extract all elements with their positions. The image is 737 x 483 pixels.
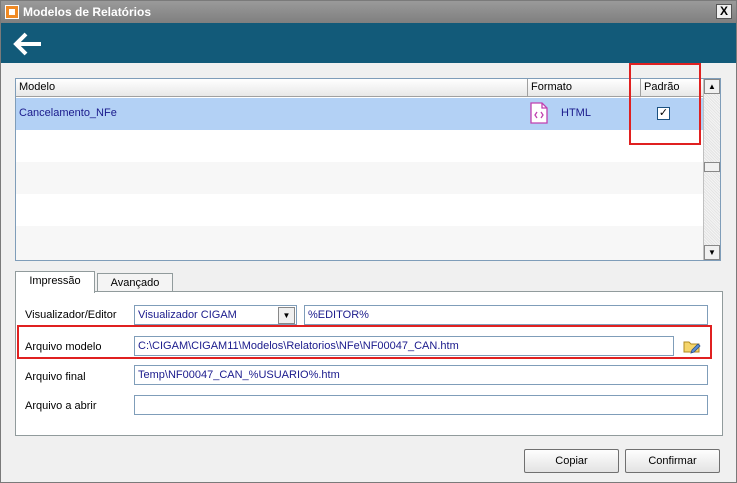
html-file-icon — [530, 102, 548, 124]
window-title: Modelos de Relatórios — [23, 5, 152, 19]
close-button[interactable]: X — [716, 4, 732, 19]
tab-impressao[interactable]: Impressão — [15, 271, 95, 293]
column-header-modelo[interactable]: Modelo — [16, 79, 528, 97]
arrow-left-icon[interactable] — [13, 32, 43, 56]
table-row — [16, 194, 704, 226]
highlight-padrao — [629, 63, 701, 145]
copiar-button[interactable]: Copiar — [524, 449, 619, 473]
report-models-window: Modelos de Relatórios X Modelo Formato P… — [0, 0, 737, 483]
confirmar-button[interactable]: Confirmar — [625, 449, 720, 473]
table-row — [16, 130, 704, 162]
table-row — [16, 162, 704, 194]
scroll-up-button[interactable]: ▲ — [704, 79, 720, 94]
arquivo-abrir-label: Arquivo a abrir — [25, 400, 97, 412]
toolbar — [1, 23, 736, 63]
arquivo-final-field[interactable]: Temp\NF00047_CAN_%USUARIO%.htm — [134, 365, 708, 385]
impressao-panel: Visualizador/Editor Visualizador CIGAM ▼… — [15, 291, 723, 436]
grid-scrollbar[interactable]: ▲ ▼ — [703, 79, 720, 260]
cell-formato: HTML — [561, 107, 591, 119]
editor-field[interactable]: %EDITOR% — [304, 305, 708, 325]
highlight-arquivo-modelo — [17, 325, 712, 359]
grid-header: Modelo Formato Padrão — [16, 79, 704, 97]
app-icon — [5, 5, 19, 19]
arquivo-abrir-field[interactable] — [134, 395, 708, 415]
cell-modelo: Cancelamento_NFe — [19, 107, 117, 119]
chevron-down-icon[interactable]: ▼ — [278, 307, 295, 324]
tab-avancado[interactable]: Avançado — [97, 273, 173, 293]
scroll-down-button[interactable]: ▼ — [704, 245, 720, 260]
title-bar: Modelos de Relatórios X — [1, 1, 736, 23]
column-header-formato[interactable]: Formato — [528, 79, 641, 97]
visualizador-label: Visualizador/Editor — [25, 309, 117, 321]
table-row[interactable]: Cancelamento_NFe HTML ✓ — [16, 98, 704, 130]
arquivo-final-label: Arquivo final — [25, 371, 86, 383]
models-grid[interactable]: Modelo Formato Padrão Cancelamento_NFe H… — [15, 78, 721, 261]
table-row — [16, 226, 704, 260]
scroll-thumb[interactable] — [704, 162, 720, 172]
visualizador-select[interactable]: Visualizador CIGAM — [134, 305, 297, 325]
